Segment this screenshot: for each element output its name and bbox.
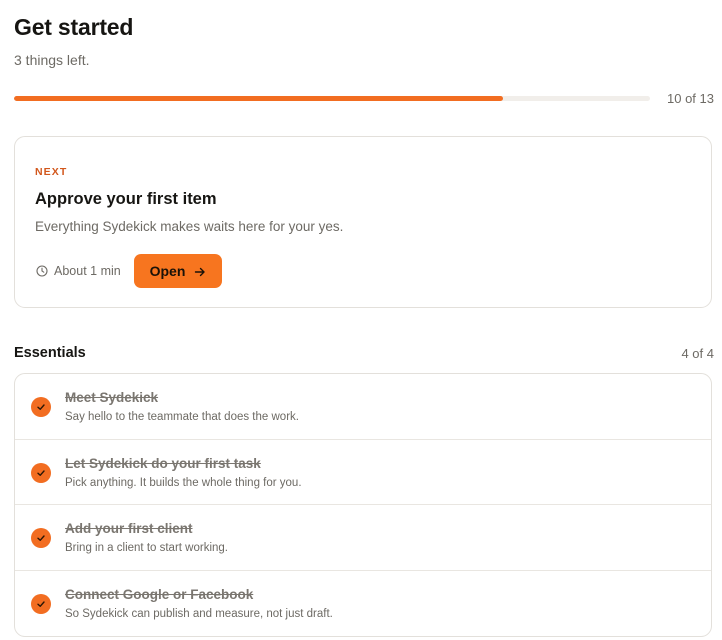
page-subtitle: 3 things left. <box>14 52 90 68</box>
next-step-eyebrow: NEXT <box>35 166 68 178</box>
arrow-right-icon <box>194 265 206 277</box>
checkmark-icon <box>31 528 51 548</box>
progress-bar <box>14 96 650 101</box>
checkmark-icon <box>31 593 51 614</box>
checkmark-icon <box>31 397 51 417</box>
essentials-title: Essentials <box>14 345 86 361</box>
checklist-item-description: Pick anything. It builds the whole thing… <box>65 476 302 489</box>
checklist-item-description: Say hello to the teammate that does the … <box>65 411 299 423</box>
next-step-duration: About 1 min <box>36 264 121 278</box>
checklist-item-description: So Sydekick can publish and measure, not… <box>65 607 333 620</box>
page-title: Get started <box>14 14 134 40</box>
checklist-item-title: Add your first client <box>65 521 193 536</box>
open-button[interactable]: Open <box>134 254 222 288</box>
get-started-page: Get started 3 things left. 10 of 13 NEXT… <box>0 0 722 640</box>
duration-label: About 1 min <box>54 264 121 278</box>
progress-count: 10 of 13 <box>667 91 714 106</box>
checkmark-icon <box>31 462 51 483</box>
checklist-item[interactable]: Add your first client Bring in a client … <box>15 505 711 571</box>
checklist-item-title: Let Sydekick do your first task <box>65 455 261 471</box>
checklist-item-description: Bring in a client to start working. <box>65 542 228 554</box>
checklist-item[interactable]: Connect Google or Facebook So Sydekick c… <box>15 571 711 637</box>
checklist-item-title: Meet Sydekick <box>65 390 159 405</box>
clock-icon <box>36 265 48 277</box>
next-step-description: Everything Sydekick makes waits here for… <box>35 219 344 234</box>
progress-bar-fill <box>14 96 504 101</box>
next-step-title: Approve your first item <box>35 190 217 208</box>
essentials-list: Meet Sydekick Say hello to the teammate … <box>14 373 712 637</box>
essentials-count: 4 of 4 <box>681 346 714 361</box>
open-button-label: Open <box>149 263 186 279</box>
checklist-item[interactable]: Let Sydekick do your first task Pick any… <box>15 440 711 505</box>
next-step-card: NEXT Approve your first item Everything … <box>14 136 712 308</box>
checklist-item-title: Connect Google or Facebook <box>65 586 254 602</box>
checklist-item[interactable]: Meet Sydekick Say hello to the teammate … <box>15 374 711 440</box>
